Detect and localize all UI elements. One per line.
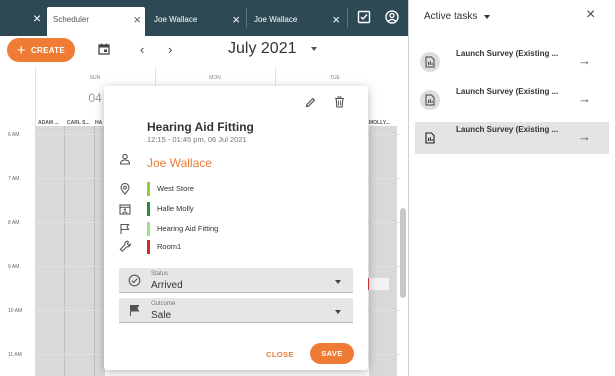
hour-label: 11 AM <box>8 352 22 358</box>
detail-room: Room1 <box>147 240 181 254</box>
detail-staff: Halle Molly <box>147 202 194 216</box>
appointment-time: 12:15 - 01:45 pm, 06 Jul 2021 <box>147 135 247 144</box>
arrow-right-icon[interactable]: → <box>578 91 591 106</box>
resource-header: MOLLY... <box>369 120 390 126</box>
task-item[interactable]: Launch Survey (Existing ... → <box>415 84 609 116</box>
resource-header: ADAM ... <box>38 120 59 126</box>
status-value: Arrived <box>151 280 183 291</box>
tab-label: Joe Wallace <box>154 15 198 24</box>
account-icon[interactable] <box>384 9 400 25</box>
resource-header: CARL S... <box>67 120 90 126</box>
active-tasks-panel: Active tasks × Launch Survey (Existing .… <box>408 0 615 376</box>
month-label: July 2021 <box>228 40 297 57</box>
edit-icon[interactable] <box>305 97 316 108</box>
weekday-label: MON <box>209 75 221 81</box>
task-label: Launch Survey (Existing ... <box>456 125 559 134</box>
detail-text: Halle Molly <box>157 204 194 213</box>
weekday-label: TUE <box>330 75 340 81</box>
resource-divider <box>64 126 65 376</box>
task-avatar <box>420 90 440 110</box>
document-icon <box>425 56 435 68</box>
chevron-down-icon <box>335 310 341 314</box>
color-bar <box>147 240 150 254</box>
appointment-popup: Hearing Aid Fitting 12:15 - 01:45 pm, 06… <box>104 86 368 370</box>
close-tab-icon[interactable]: × <box>33 9 41 27</box>
close-icon[interactable]: × <box>232 7 240 33</box>
check-circle-icon <box>128 274 141 287</box>
outcome-select[interactable]: Outcome Sale <box>119 298 353 323</box>
location-icon <box>120 183 130 195</box>
hour-label: 6 AM <box>8 132 20 138</box>
save-label: SAVE <box>321 349 343 358</box>
delete-icon[interactable] <box>334 96 345 108</box>
status-label: Status <box>151 271 169 277</box>
hour-label: 10 AM <box>8 308 23 314</box>
close-button[interactable]: CLOSE <box>266 350 294 359</box>
hour-label: 9 AM <box>8 264 20 270</box>
detail-store: West Store <box>147 182 194 196</box>
prev-icon[interactable]: ‹ <box>140 42 144 57</box>
weekday-label: SUN <box>89 75 101 81</box>
resource-divider <box>94 126 95 376</box>
task-item[interactable]: Launch Survey (Existing ... → <box>415 46 609 78</box>
task-label: Launch Survey (Existing ... <box>456 87 559 96</box>
detail-type: Hearing Aid Fitting <box>147 222 218 236</box>
status-select[interactable]: Status Arrived <box>119 268 353 293</box>
tab-scheduler[interactable]: Scheduler × <box>47 7 145 36</box>
tab-joe-wallace-1[interactable]: Joe Wallace × <box>148 7 244 36</box>
chevron-down-icon <box>335 280 341 284</box>
arrow-right-icon[interactable]: → <box>578 129 591 144</box>
color-bar <box>147 222 150 236</box>
document-icon <box>425 132 435 144</box>
document-icon <box>425 94 435 106</box>
person-icon <box>119 153 131 165</box>
resource-header: HA <box>95 120 103 126</box>
calendar-today-icon[interactable] <box>98 43 110 55</box>
tab-joe-wallace-2[interactable]: Joe Wallace × <box>248 7 344 36</box>
save-button[interactable]: SAVE <box>310 343 354 364</box>
scrollbar[interactable] <box>400 208 406 298</box>
task-label: Launch Survey (Existing ... <box>456 49 559 58</box>
plus-icon: + <box>16 41 26 59</box>
tab-label: Scheduler <box>53 15 90 24</box>
hour-label: 7 AM <box>8 176 20 182</box>
customer-name[interactable]: Joe Wallace <box>147 156 212 170</box>
tab-bar: × Scheduler × Joe Wallace × Joe Wallace … <box>0 0 408 36</box>
create-button[interactable]: + CREATE <box>7 38 75 62</box>
close-icon[interactable]: × <box>332 7 340 33</box>
unavailable-block <box>369 126 397 376</box>
task-check-icon[interactable] <box>356 9 372 25</box>
appointment-title: Hearing Aid Fitting <box>147 120 254 134</box>
close-icon[interactable]: × <box>133 7 141 33</box>
close-icon[interactable]: × <box>586 6 595 24</box>
outcome-label: Outcome <box>151 301 176 307</box>
calendar-event[interactable] <box>367 278 389 290</box>
calendar-person-icon <box>119 204 131 215</box>
next-icon[interactable]: › <box>168 42 172 57</box>
tab-divider <box>347 8 348 28</box>
create-label: CREATE <box>30 45 66 55</box>
chevron-down-icon[interactable] <box>311 47 317 51</box>
detail-text: West Store <box>157 184 194 193</box>
task-avatar <box>420 128 440 148</box>
flag-icon <box>130 305 140 316</box>
task-avatar <box>420 52 440 72</box>
chevron-down-icon[interactable] <box>484 15 490 19</box>
arrow-right-icon[interactable]: → <box>578 53 591 68</box>
panel-title[interactable]: Active tasks <box>424 11 477 22</box>
tab-divider <box>246 8 247 28</box>
color-bar <box>147 182 150 196</box>
detail-text: Hearing Aid Fitting <box>157 224 219 233</box>
color-bar <box>147 202 150 216</box>
tab-label: Joe Wallace <box>254 15 298 24</box>
flag-icon <box>120 223 130 234</box>
detail-text: Room1 <box>157 242 182 251</box>
task-item-selected[interactable]: Launch Survey (Existing ... → <box>415 122 609 154</box>
wrench-icon <box>119 240 131 253</box>
hour-label: 8 AM <box>8 220 20 226</box>
outcome-value: Sale <box>151 310 172 321</box>
